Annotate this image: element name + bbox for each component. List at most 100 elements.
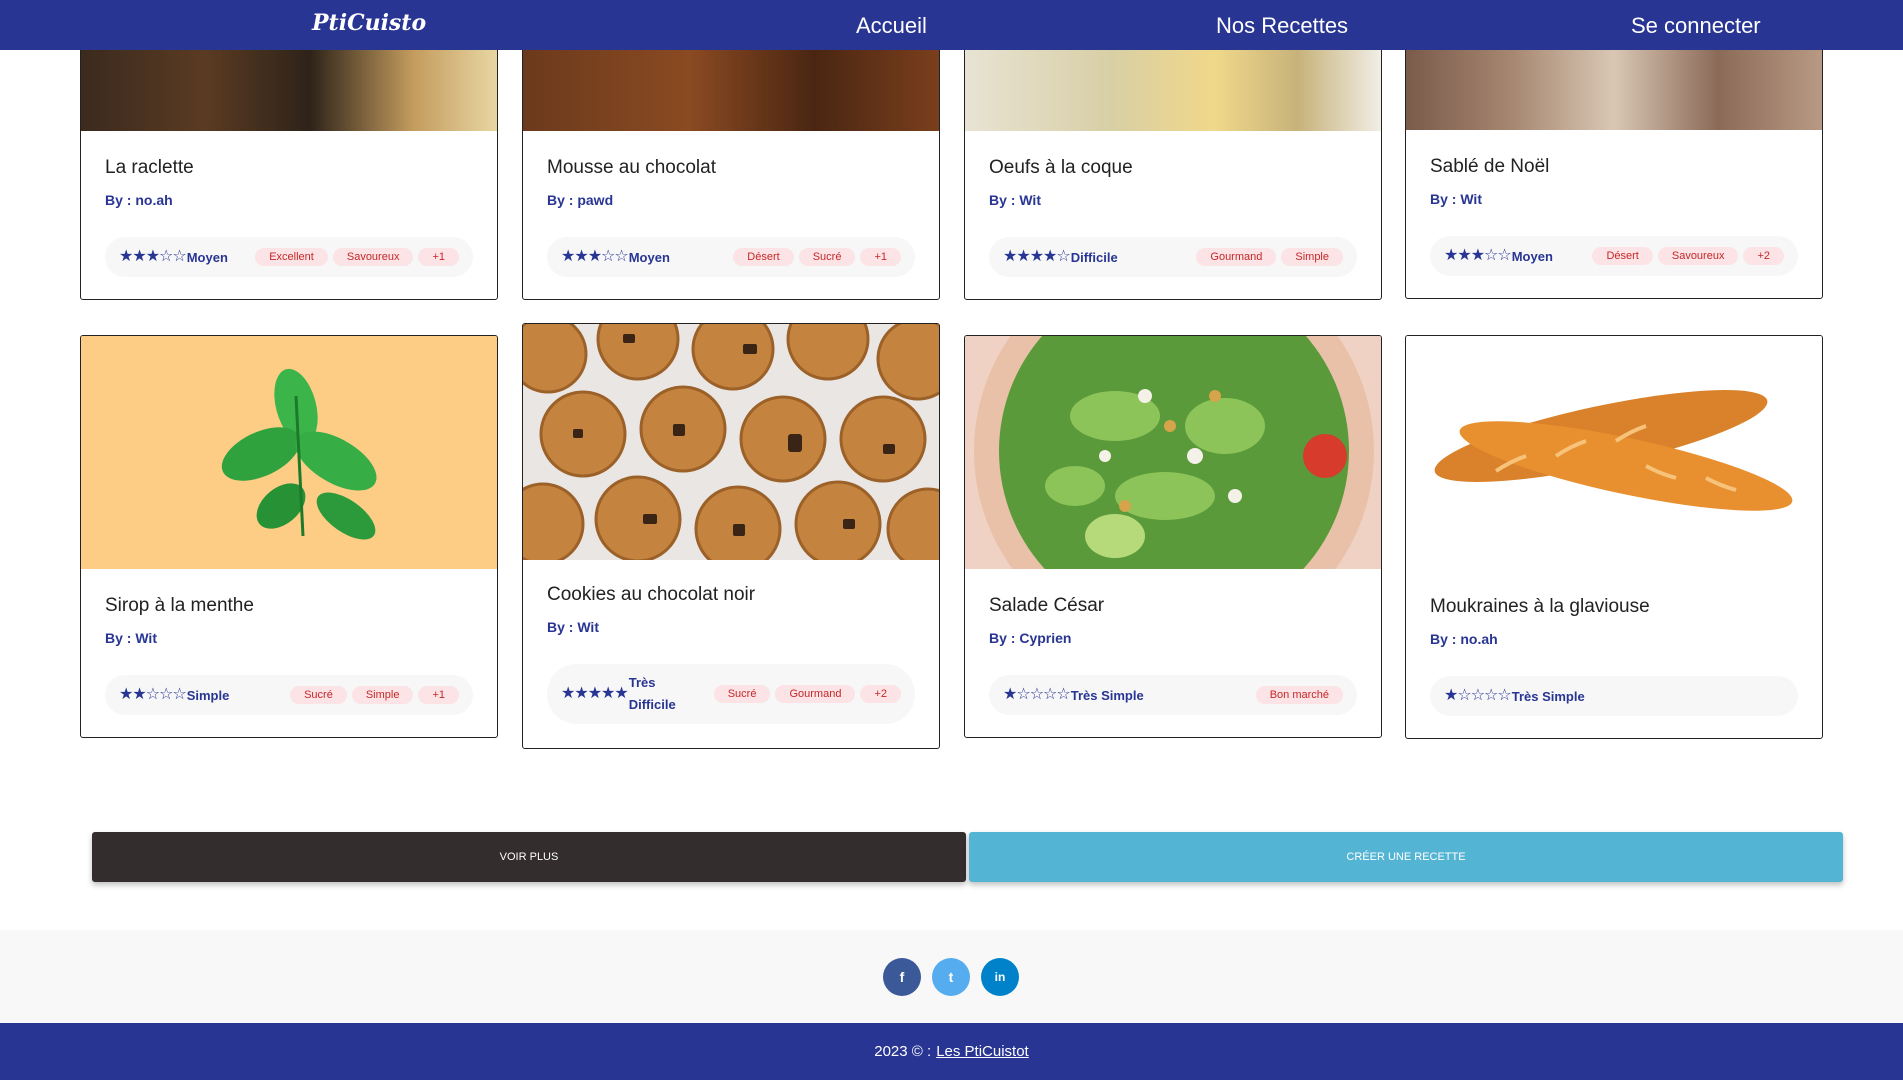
recipe-title: Sirop à la menthe <box>105 595 254 616</box>
recipe-tag: Désert <box>1592 247 1653 265</box>
star-filled-icon: ★ <box>561 248 575 265</box>
linkedin-icon[interactable]: in <box>981 958 1019 996</box>
recipe-card[interactable]: La raclette By : no.ah ★ ★ ★ ☆ ☆ Moyen Excel… <box>80 30 498 300</box>
twitter-icon[interactable]: t <box>932 958 970 996</box>
star-filled-icon: ★ <box>119 686 133 703</box>
see-more-button[interactable]: Voir plus <box>92 832 966 882</box>
recipe-card[interactable]: Sablé de Noël By : Wit ★ ★ ★ ☆ ☆ Moyen Déser… <box>1405 30 1823 299</box>
star-empty-icon: ☆ <box>614 248 628 265</box>
create-recipe-button[interactable]: Créer une recette <box>969 832 1843 882</box>
difficulty-label: Très Simple <box>1511 688 1585 704</box>
star-filled-icon: ★ <box>574 248 588 265</box>
mint-leaves-image <box>221 368 377 540</box>
recipe-card[interactable]: Mousse au chocolat By : pawd ★ ★ ★ ☆ ☆ Moyen… <box>522 30 940 300</box>
recipe-title: Sablé de Noël <box>1430 156 1550 177</box>
star-empty-icon: ☆ <box>159 686 173 703</box>
recipe-tag: Sucré <box>713 685 771 703</box>
star-empty-icon: ☆ <box>172 686 186 703</box>
star-filled-icon: ★ <box>587 685 602 702</box>
recipe-card[interactable]: Oeufs à la coque By : Wit ★ ★ ★ ★ ☆ Difficil… <box>964 30 1382 300</box>
star-filled-icon: ★ <box>601 685 615 702</box>
star-filled-icon: ★ <box>132 248 146 265</box>
star-empty-icon: ☆ <box>1484 247 1498 264</box>
recipe-card[interactable]: Sirop à la menthe By : Wit ★ ★ ☆ ☆ ☆ Simple … <box>80 335 498 738</box>
recipe-tag: +2 <box>1743 247 1784 265</box>
recipe-tag: Savoureux <box>1657 247 1739 265</box>
recipe-meta: ★ ★ ★ ☆ ☆ Moyen Excellent Savoureux +1 <box>105 237 473 277</box>
recipe-author: By : no.ah <box>1430 631 1498 647</box>
recipe-tag: Gourmand <box>1196 248 1277 266</box>
recipe-title: Oeufs à la coque <box>989 157 1133 178</box>
tag-list: Gourmand Simple <box>1196 248 1343 266</box>
copyright-text: 2023 © : <box>874 1043 932 1060</box>
copyright-link[interactable]: Les PtiCuistot <box>936 1043 1029 1060</box>
star-empty-icon: ☆ <box>172 248 186 265</box>
recipe-meta: ★ ★ ★ ★ ★ Très Difficile Sucré Gourmand +2 <box>547 664 915 724</box>
star-filled-icon: ★ <box>587 248 602 265</box>
recipe-author: By : Cyprien <box>989 630 1072 646</box>
brand-logo[interactable]: PtiCuisto <box>312 10 426 36</box>
recipe-image <box>965 336 1381 569</box>
star-filled-icon: ★ <box>1016 248 1030 265</box>
recipe-author: By : Wit <box>989 192 1041 208</box>
recipe-tag: Sucré <box>290 686 347 704</box>
difficulty-label: Très Simple <box>1070 687 1144 703</box>
nav-link-recipes[interactable]: Nos Recettes <box>1216 13 1348 39</box>
copyright-bar: 2023 © : Les PtiCuistot <box>0 1023 1903 1080</box>
cookies-image <box>523 324 939 560</box>
salad-image <box>974 336 1374 569</box>
star-filled-icon: ★ <box>614 685 628 702</box>
star-empty-icon: ☆ <box>1470 687 1485 704</box>
star-filled-icon: ★ <box>1470 247 1485 264</box>
recipe-author: By : no.ah <box>105 192 173 208</box>
star-filled-icon: ★ <box>1444 247 1458 264</box>
tag-list: Bon marché <box>1255 686 1343 704</box>
recipe-meta: ★ ☆ ☆ ☆ ☆ Très Simple <box>1430 676 1798 716</box>
star-filled-icon: ★ <box>574 685 588 702</box>
recipe-author: By : Wit <box>1430 191 1482 207</box>
nav-link-login[interactable]: Se connecter <box>1631 13 1761 39</box>
star-filled-icon: ★ <box>1457 247 1471 264</box>
star-empty-icon: ☆ <box>1497 247 1511 264</box>
recipe-tag: Gourmand <box>775 685 856 703</box>
recipe-card[interactable]: Cookies au chocolat noir By : Wit ★ ★ ★ ★ ★ … <box>522 323 940 749</box>
star-empty-icon: ☆ <box>1016 686 1030 703</box>
star-filled-icon: ★ <box>1003 248 1017 265</box>
recipe-tag: +2 <box>860 685 901 703</box>
star-empty-icon: ☆ <box>1457 687 1471 704</box>
star-filled-icon: ★ <box>119 248 133 265</box>
rating-stars: ★ ★ ★ ☆ ☆ <box>1444 247 1512 264</box>
recipe-tag: Savoureux <box>332 248 414 266</box>
rating-stars: ★ ★ ☆ ☆ ☆ <box>119 686 187 703</box>
tag-list: Sucré Simple +1 <box>290 686 459 704</box>
rating-stars: ★ ★ ★ ★ ★ <box>561 685 629 702</box>
star-empty-icon: ☆ <box>145 686 160 703</box>
recipe-tag: Bon marché <box>1255 686 1343 704</box>
recipe-author: By : Wit <box>105 630 157 646</box>
recipe-meta: ★ ★ ★ ★ ☆ Difficile Gourmand Simple <box>989 237 1357 277</box>
recipe-meta: ★ ★ ★ ☆ ☆ Moyen Désert Savoureux +2 <box>1430 236 1798 276</box>
difficulty-label: Moyen <box>628 249 670 265</box>
star-empty-icon: ☆ <box>601 248 615 265</box>
recipe-tag: Sucré <box>798 248 856 266</box>
recipe-image <box>81 336 497 569</box>
recipe-tag: +1 <box>418 686 459 704</box>
recipe-card[interactable]: Salade César By : Cyprien ★ ☆ ☆ ☆ ☆ Très Sim… <box>964 335 1382 738</box>
nav-link-home[interactable]: Accueil <box>856 13 927 39</box>
difficulty-label: Simple <box>186 687 230 703</box>
star-empty-icon: ☆ <box>1484 687 1498 704</box>
star-empty-icon: ☆ <box>1043 686 1057 703</box>
recipe-card[interactable]: Moukraines à la glaviouse By : no.ah ★ ☆ ☆… <box>1405 335 1823 739</box>
recipe-meta: ★ ★ ☆ ☆ ☆ Simple Sucré Simple +1 <box>105 675 473 715</box>
star-empty-icon: ☆ <box>1497 687 1511 704</box>
recipe-title: La raclette <box>105 157 194 178</box>
difficulty-label: Difficile <box>1070 249 1118 265</box>
recipe-image <box>523 324 939 560</box>
difficulty-label: Moyen <box>1511 248 1553 264</box>
navbar: PtiCuisto Accueil Nos Recettes Se connec… <box>0 0 1903 50</box>
recipe-tag: +1 <box>860 248 901 266</box>
star-filled-icon: ★ <box>1029 248 1044 265</box>
facebook-icon[interactable]: f <box>883 958 921 996</box>
star-empty-icon: ☆ <box>159 248 173 265</box>
star-filled-icon: ★ <box>561 685 575 702</box>
